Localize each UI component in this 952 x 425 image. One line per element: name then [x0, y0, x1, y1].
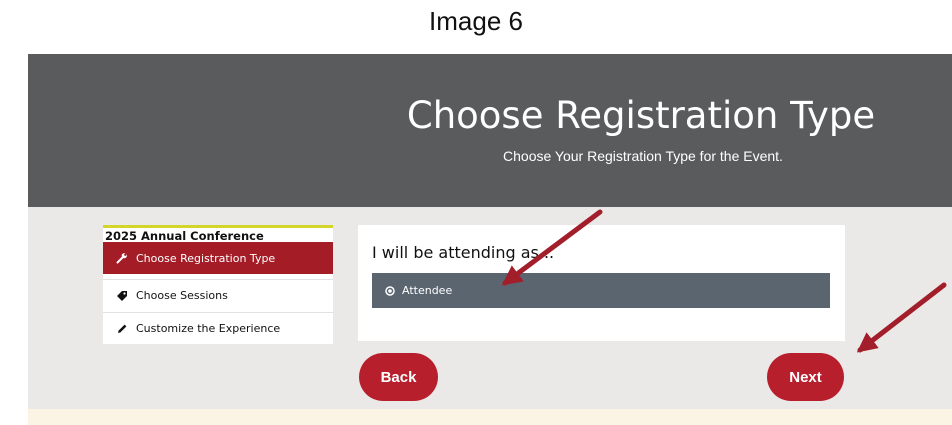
option-label: Attendee	[402, 284, 453, 297]
tag-icon	[116, 290, 132, 302]
radio-selected-icon	[385, 285, 395, 296]
next-button[interactable]: Next	[767, 353, 844, 401]
pencil-icon	[116, 323, 132, 335]
sidebar-item-label: Choose Registration Type	[136, 251, 276, 265]
sidebar-item-label: Choose Sessions	[136, 289, 228, 302]
back-button[interactable]: Back	[359, 353, 438, 401]
attending-as-heading: I will be attending as...	[372, 243, 555, 262]
option-attendee[interactable]: Attendee	[372, 273, 830, 308]
sidebar-item-choose-registration-type[interactable]: Choose Registration Type	[103, 242, 333, 274]
page-subtitle: Choose Your Registration Type for the Ev…	[503, 148, 783, 164]
page-title: Choose Registration Type	[406, 94, 876, 137]
sidebar-item-label: Customize the Experience	[136, 322, 281, 335]
registration-steps-sidebar: 2025 Annual Conference Choose Registrati…	[103, 225, 333, 344]
page-header: Choose Registration Type Choose Your Reg…	[28, 54, 952, 207]
wrench-icon	[116, 252, 132, 264]
event-name: 2025 Annual Conference	[105, 229, 264, 243]
sidebar-item-customize-experience[interactable]: Customize the Experience	[103, 312, 333, 344]
sidebar-item-choose-sessions[interactable]: Choose Sessions	[103, 279, 333, 311]
image-caption: Image 6	[429, 6, 523, 36]
footer-strip	[28, 409, 952, 425]
registration-type-card: I will be attending as... Attendee	[358, 225, 845, 341]
